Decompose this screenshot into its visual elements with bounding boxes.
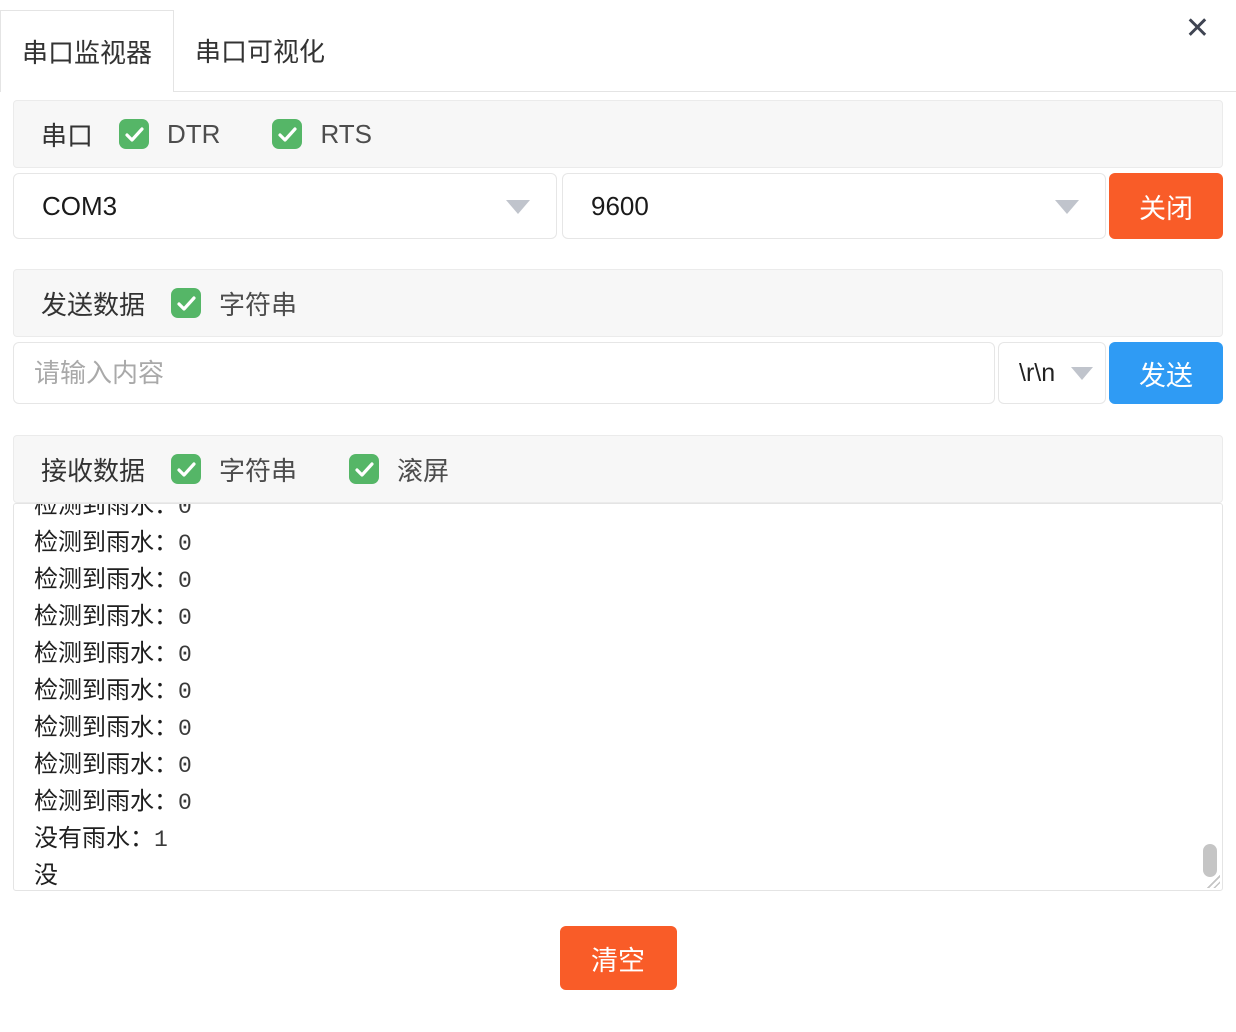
receive-log-area[interactable]: 检测到雨水：0检测到雨水：0检测到雨水：0检测到雨水：0检测到雨水：0检测到雨水… xyxy=(13,503,1223,891)
log-line-value: 0 xyxy=(178,642,192,668)
log-line-value: 1 xyxy=(154,827,168,853)
log-line-label: 检测到雨水： xyxy=(34,714,178,741)
log-line-value: 0 xyxy=(178,753,192,779)
check-icon xyxy=(278,127,297,142)
port-checkbox-group: DTR RTS xyxy=(119,119,424,150)
line-ending-select[interactable]: \r\n xyxy=(998,342,1106,404)
checkbox-checked[interactable] xyxy=(272,119,302,149)
check-icon xyxy=(177,296,196,311)
send-button[interactable]: 发送 xyxy=(1109,342,1223,404)
checkbox-checked[interactable] xyxy=(171,454,201,484)
baudrate-select[interactable]: 9600 xyxy=(562,173,1106,239)
checkbox-checked[interactable] xyxy=(349,454,379,484)
checkbox-label: DTR xyxy=(167,119,220,150)
line-ending-value: \r\n xyxy=(1019,359,1055,388)
log-line-label: 检测到雨水： xyxy=(34,503,178,519)
log-line-label: 没 xyxy=(34,862,58,889)
send-checkbox-group: 字符串 xyxy=(171,285,349,322)
send-input[interactable] xyxy=(13,342,995,404)
close-port-button[interactable]: 关闭 xyxy=(1109,173,1223,239)
receive-checkbox-group: 字符串 滚屏 xyxy=(171,451,501,488)
log-line: 检测到雨水：0 xyxy=(34,562,1202,599)
log-line-label: 检测到雨水： xyxy=(34,677,178,704)
log-line-label: 检测到雨水： xyxy=(34,788,178,815)
port-section-title: 串口 xyxy=(41,116,93,153)
checkbox-label: RTS xyxy=(320,119,372,150)
log-line-label: 检测到雨水： xyxy=(34,529,178,556)
port-controls-row: COM3 9600 关闭 xyxy=(13,173,1223,239)
send-section-title: 发送数据 xyxy=(41,285,145,322)
port-select[interactable]: COM3 xyxy=(13,173,557,239)
receive-section-header: 接收数据 字符串 滚屏 xyxy=(13,435,1223,503)
log-line-label: 检测到雨水： xyxy=(34,603,178,630)
baudrate-select-value: 9600 xyxy=(591,191,649,222)
log-line: 检测到雨水：0 xyxy=(34,599,1202,636)
log-line: 检测到雨水：0 xyxy=(34,710,1202,747)
log-line-value: 0 xyxy=(178,716,192,742)
port-select-value: COM3 xyxy=(42,191,117,222)
checkbox-item: DTR xyxy=(119,119,220,150)
log-line-label: 没有雨水： xyxy=(34,825,154,852)
tab-serial-monitor[interactable]: 串口监视器 xyxy=(0,10,174,92)
log-line-value: 0 xyxy=(178,679,192,705)
log-line: 检测到雨水：0 xyxy=(34,784,1202,821)
dialog-content: 串口 DTR RTS COM3 9600 关闭 发送数据 xyxy=(0,100,1236,990)
log-line: 检测到雨水：0 xyxy=(34,525,1202,562)
checkbox-label: 字符串 xyxy=(219,285,297,322)
log-line-value: 0 xyxy=(178,605,192,631)
log-line-value: 0 xyxy=(178,790,192,816)
log-line: 检测到雨水：0 xyxy=(34,503,1202,525)
log-line-value: 0 xyxy=(178,568,192,594)
checkbox-checked[interactable] xyxy=(171,288,201,318)
check-icon xyxy=(355,462,374,477)
checkbox-item: 滚屏 xyxy=(349,451,449,488)
log-line: 没有雨水：1 xyxy=(34,821,1202,858)
tab-bar: 串口监视器 串口可视化 ✕ xyxy=(0,0,1236,92)
scrollbar-thumb[interactable] xyxy=(1203,844,1217,877)
log-line-label: 检测到雨水： xyxy=(34,640,178,667)
log-line: 没 xyxy=(34,858,1202,891)
log-line-value: 0 xyxy=(178,531,192,557)
footer: 清空 xyxy=(13,926,1223,990)
dropdown-arrow-icon xyxy=(1055,200,1079,214)
receive-section-title: 接收数据 xyxy=(41,451,145,488)
checkbox-label: 滚屏 xyxy=(397,451,449,488)
send-section-header: 发送数据 字符串 xyxy=(13,269,1223,337)
log-lines: 检测到雨水：0检测到雨水：0检测到雨水：0检测到雨水：0检测到雨水：0检测到雨水… xyxy=(14,503,1222,891)
log-line-label: 检测到雨水： xyxy=(34,751,178,778)
dropdown-arrow-icon xyxy=(1071,367,1093,380)
tab-label: 串口监视器 xyxy=(22,33,152,70)
close-icon[interactable]: ✕ xyxy=(1181,10,1214,48)
port-section-header: 串口 DTR RTS xyxy=(13,100,1223,168)
log-line-label: 检测到雨水： xyxy=(34,566,178,593)
checkbox-checked[interactable] xyxy=(119,119,149,149)
log-line: 检测到雨水：0 xyxy=(34,673,1202,710)
log-line: 检测到雨水：0 xyxy=(34,747,1202,784)
checkbox-label: 字符串 xyxy=(219,451,297,488)
check-icon xyxy=(177,462,196,477)
dropdown-arrow-icon xyxy=(506,200,530,214)
log-line-value: 0 xyxy=(178,503,192,520)
checkbox-item: 字符串 xyxy=(171,451,297,488)
log-line: 检测到雨水：0 xyxy=(34,636,1202,673)
check-icon xyxy=(125,127,144,142)
checkbox-item: 字符串 xyxy=(171,285,297,322)
checkbox-item: RTS xyxy=(272,119,372,150)
tab-label: 串口可视化 xyxy=(195,32,325,69)
clear-button[interactable]: 清空 xyxy=(560,926,677,990)
send-controls-row: \r\n 发送 xyxy=(13,342,1223,404)
tab-serial-visualization[interactable]: 串口可视化 xyxy=(174,10,346,91)
